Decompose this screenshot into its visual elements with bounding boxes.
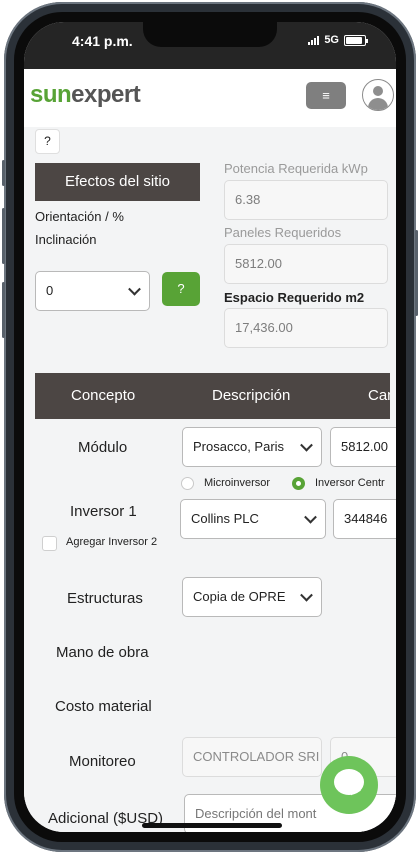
inversor-select[interactable]: Collins PLC	[180, 499, 326, 539]
col-cantidad: Can	[368, 387, 390, 404]
inclinacion-value: 0	[46, 283, 54, 298]
chevron-down-icon	[304, 510, 317, 524]
radio-microinversor[interactable]	[181, 477, 194, 490]
row-label-costo-material: Costo material	[55, 698, 152, 715]
logo-expert: expert	[71, 81, 141, 108]
network-label: 5G	[324, 34, 339, 46]
chevron-down-icon	[300, 588, 313, 602]
avatar-icon[interactable]	[362, 79, 394, 111]
main-content: ? Efectos del sitio Orientación / % Incl…	[24, 127, 396, 832]
row-label-inversor: Inversor 1	[70, 503, 137, 520]
modulo-select[interactable]: Prosacco, Paris	[182, 427, 322, 467]
row-label-estructuras: Estructuras	[67, 590, 143, 607]
home-indicator[interactable]	[142, 823, 282, 828]
chevron-down-icon	[128, 282, 141, 296]
volume-up-button	[2, 208, 5, 264]
notch	[143, 22, 277, 47]
chevron-down-icon	[300, 438, 313, 452]
screen: 4:41 p.m. 5G sunexpert ≡ ? Efectos del s…	[24, 22, 396, 832]
row-label-modulo: Módulo	[78, 439, 128, 456]
radio-microinversor-label: Microinversor	[204, 477, 271, 489]
potencia-field[interactable]: 6.38	[224, 180, 388, 220]
chat-button[interactable]	[320, 756, 378, 814]
orientacion-label: Orientación / %	[35, 209, 124, 224]
estructuras-select[interactable]: Copia de OPRE	[182, 577, 322, 617]
volume-down-button	[2, 282, 5, 338]
col-concepto: Concepto	[71, 387, 136, 404]
agregar-inversor-checkbox[interactable]	[42, 536, 57, 551]
potencia-label: Potencia Requerida kWp	[224, 161, 368, 176]
monitoreo-description-input[interactable]: CONTROLADOR SRI	[182, 737, 322, 777]
app-header: sunexpert ≡	[24, 69, 396, 127]
espacio-label: Espacio Requerido m2	[224, 290, 365, 305]
modulo-value: Prosacco, Paris	[193, 439, 285, 454]
paneles-label: Paneles Requeridos	[224, 225, 342, 240]
paneles-field[interactable]: 5812.00	[224, 244, 388, 284]
inclinacion-help-button[interactable]: ?	[162, 272, 200, 306]
agregar-inversor-label: Agregar Inversor 2	[66, 536, 158, 548]
sunexpert-logo[interactable]: sunexpert	[30, 81, 141, 109]
help-button[interactable]: ?	[35, 129, 60, 154]
inversor-quantity-input[interactable]: 344846	[333, 499, 396, 539]
power-button	[415, 230, 418, 316]
inclinacion-select[interactable]: 0	[35, 271, 150, 311]
radio-inversor-central[interactable]	[292, 477, 305, 490]
estructuras-value: Copia de OPRE	[193, 589, 286, 604]
logo-sun: sun	[30, 81, 72, 108]
signal-icon	[308, 35, 320, 45]
inversor-value: Collins PLC	[191, 511, 259, 526]
espacio-field[interactable]: 17,436.00	[224, 308, 388, 348]
modulo-quantity-input[interactable]: 5812.00	[330, 427, 396, 467]
status-time: 4:41 p.m.	[72, 33, 133, 49]
battery-icon	[344, 34, 368, 46]
col-descripcion: Descripción	[212, 387, 291, 404]
row-label-monitoreo: Monitoreo	[69, 753, 136, 770]
radio-inversor-central-label: Inversor Centr	[315, 477, 385, 489]
row-label-mano-obra: Mano de obra	[56, 644, 149, 661]
status-icons: 5G	[308, 34, 368, 46]
menu-button[interactable]: ≡	[306, 82, 346, 109]
inclinacion-label: Inclinación	[35, 232, 97, 247]
table-header: Concepto Descripción Can	[35, 373, 390, 419]
efectos-sitio-button[interactable]: Efectos del sitio	[35, 163, 200, 201]
mute-switch	[2, 160, 5, 186]
